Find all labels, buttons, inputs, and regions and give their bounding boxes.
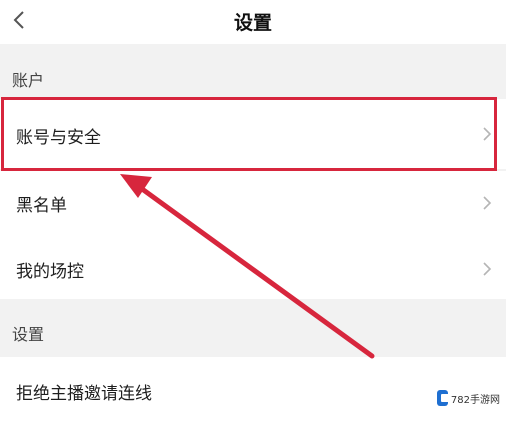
settings-item-account-security[interactable]: 账号与安全 xyxy=(0,99,506,169)
settings-item-reject-host-invite[interactable]: 拒绝主播邀请连线 xyxy=(0,357,506,423)
top-bar: 设置 xyxy=(0,0,506,44)
section-header-account: 账户 xyxy=(12,71,45,90)
settings-item-label: 黑名单 xyxy=(16,196,67,216)
settings-item-room-admins[interactable]: 我的场控 xyxy=(0,235,506,299)
watermark-logo-icon xyxy=(437,390,449,406)
chevron-right-icon xyxy=(483,127,492,141)
settings-item-label: 拒绝主播邀请连线 xyxy=(16,384,152,404)
chevron-right-icon xyxy=(483,196,492,210)
watermark-text: 782手游网 xyxy=(450,394,500,406)
section-header-settings: 设置 xyxy=(12,325,45,344)
watermark: 782手游网 xyxy=(434,386,500,410)
settings-item-label: 账号与安全 xyxy=(16,128,101,148)
page-title: 设置 xyxy=(233,12,272,34)
settings-item-blacklist[interactable]: 黑名单 xyxy=(0,171,506,235)
settings-item-label: 我的场控 xyxy=(16,262,84,282)
chevron-right-icon xyxy=(483,262,492,276)
